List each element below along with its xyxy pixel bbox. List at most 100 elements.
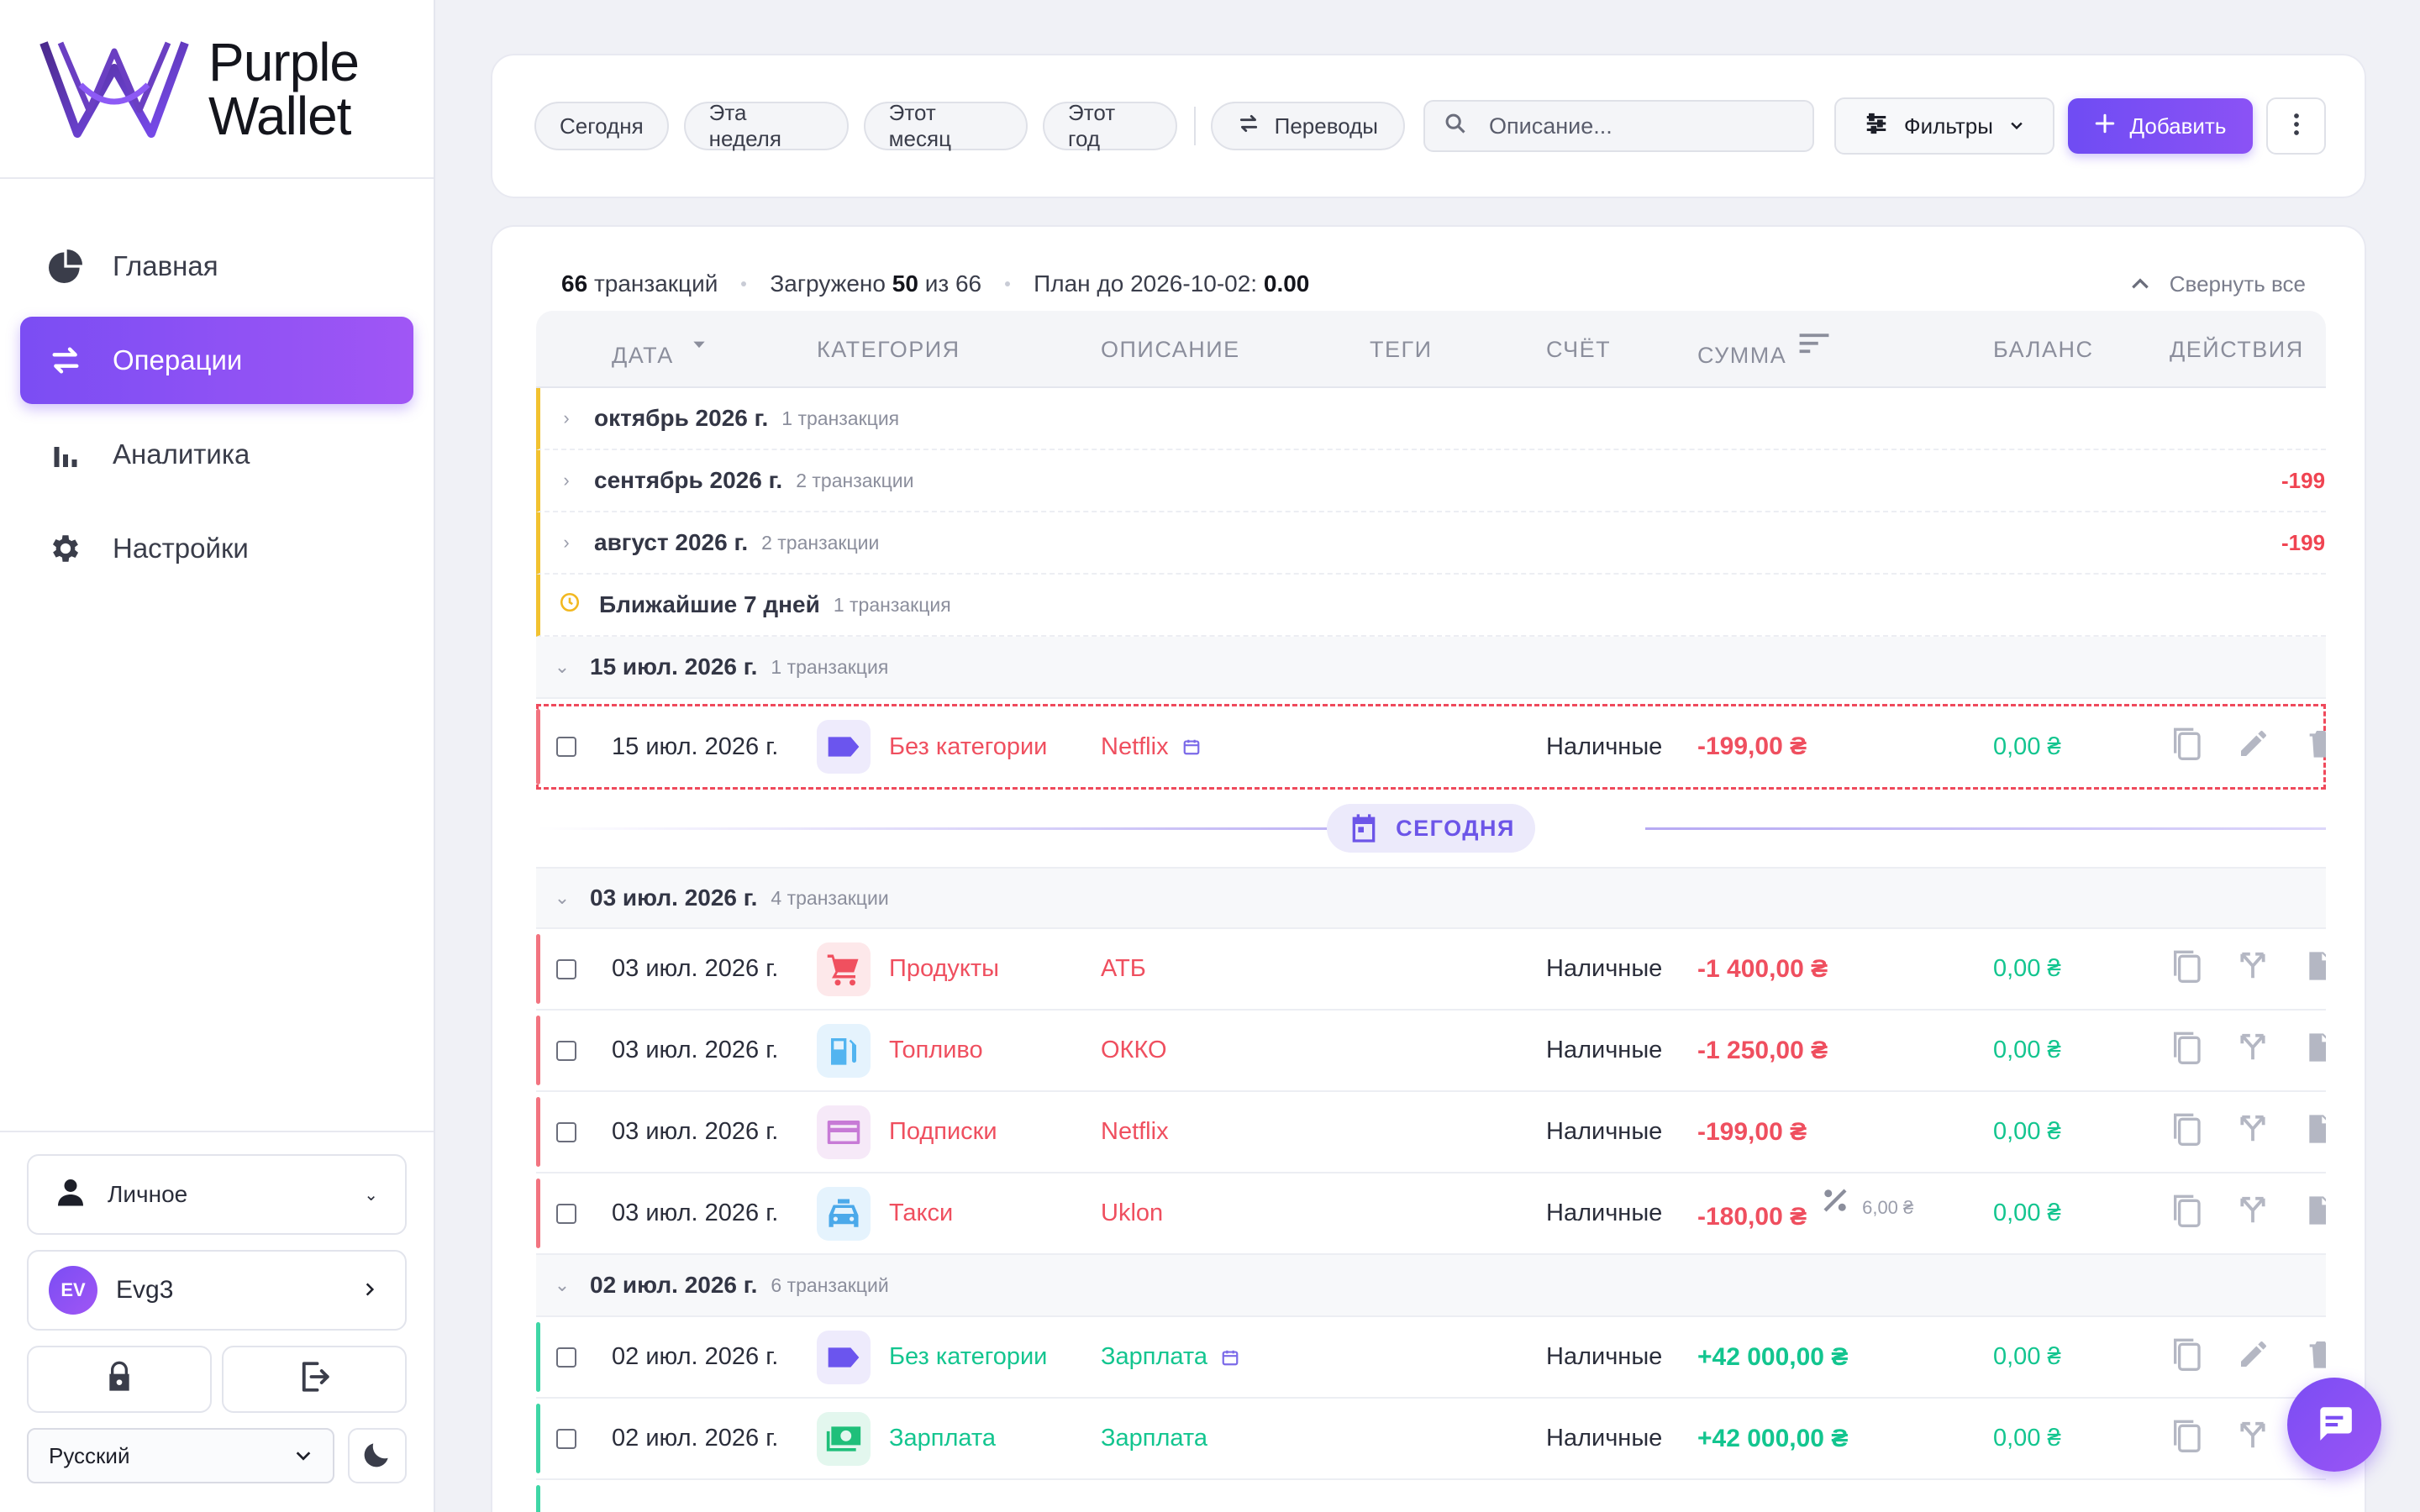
chip-this-month[interactable]: Этот месяц bbox=[863, 100, 1028, 151]
user-profile-button[interactable]: EV Evg3 bbox=[27, 1250, 407, 1331]
amount-label: -180,00 ₴ bbox=[1697, 1202, 1807, 1231]
tx-category[interactable]: Подписки bbox=[817, 1092, 997, 1172]
chip-transfers[interactable]: Переводы bbox=[1210, 102, 1405, 150]
collapse-all-button[interactable]: Свернуть все bbox=[2129, 271, 2306, 297]
tx-balance: 0,00 ₴ bbox=[1993, 1037, 2061, 1063]
tx-description: Зарплата bbox=[1101, 1317, 1239, 1397]
group-row-august[interactable]: › август 2026 г. 2 транзакции -199, bbox=[536, 512, 2326, 575]
row-checkbox[interactable] bbox=[556, 1347, 576, 1368]
add-transaction-button[interactable]: Добавить bbox=[2067, 98, 2254, 154]
tx-count: 66 транзакций bbox=[561, 270, 718, 297]
tx-description: Netflix bbox=[1101, 1118, 1169, 1145]
group-row-september[interactable]: › сентябрь 2026 г. 2 транзакции -199, bbox=[536, 450, 2326, 512]
row-checkbox[interactable] bbox=[556, 1121, 576, 1142]
chip-this-week[interactable]: Эта неделя bbox=[683, 100, 849, 151]
col-amount[interactable]: СУММА bbox=[1697, 311, 1830, 388]
table-row[interactable]: 03 июл. 2026 г. Подписки Netflix Наличны… bbox=[536, 1092, 2326, 1173]
tx-amount: -1 250,00 ₴ bbox=[1697, 1036, 1828, 1064]
table-row[interactable] bbox=[536, 1480, 2326, 1512]
category-label: Зарплата bbox=[889, 1425, 996, 1452]
more-menu-button[interactable] bbox=[2266, 97, 2326, 155]
split-icon[interactable] bbox=[2237, 950, 2269, 989]
split-icon[interactable] bbox=[2237, 1420, 2269, 1458]
plan-info: План до 2026-10-02: 0.00 bbox=[1034, 270, 1310, 297]
split-icon[interactable] bbox=[2237, 1113, 2269, 1152]
col-date[interactable]: ДАТА bbox=[612, 311, 708, 388]
lock-button[interactable] bbox=[27, 1346, 212, 1413]
row-indicator bbox=[536, 1485, 540, 1512]
divider-line bbox=[1645, 827, 2326, 830]
tx-category[interactable]: Зарплата bbox=[817, 1399, 996, 1478]
nav-item-settings[interactable]: Настройки bbox=[20, 505, 413, 592]
document-icon[interactable] bbox=[2302, 1194, 2326, 1234]
category-label: Топливо bbox=[889, 1037, 983, 1063]
trash-icon[interactable] bbox=[2304, 727, 2326, 767]
row-checkbox[interactable] bbox=[556, 1428, 576, 1449]
nav-item-analytics[interactable]: Аналитика bbox=[20, 411, 413, 498]
group-row-october[interactable]: › октябрь 2026 г. 1 транзакция bbox=[536, 388, 2326, 450]
filters-button[interactable]: Фильтры bbox=[1834, 97, 2054, 155]
split-icon[interactable] bbox=[2237, 1194, 2269, 1233]
row-checkbox[interactable] bbox=[556, 1203, 576, 1224]
chat-button[interactable] bbox=[2287, 1378, 2381, 1472]
table-row[interactable]: 02 июл. 2026 г. Зарплата Зарплата Наличн… bbox=[536, 1399, 2326, 1480]
percent-icon bbox=[1820, 1185, 1850, 1222]
collapse-all-label: Свернуть все bbox=[2169, 270, 2306, 297]
col-tags[interactable]: ТЕГИ bbox=[1370, 311, 1433, 388]
category-label: Такси bbox=[889, 1200, 954, 1226]
document-icon[interactable] bbox=[2302, 949, 2326, 990]
copy-icon[interactable] bbox=[2170, 1029, 2203, 1073]
row-indicator bbox=[536, 934, 540, 1004]
copy-icon[interactable] bbox=[2170, 1110, 2203, 1154]
split-icon[interactable] bbox=[2237, 1032, 2269, 1070]
copy-icon[interactable] bbox=[2170, 1336, 2203, 1379]
app-logo[interactable]: Purple Wallet bbox=[0, 0, 434, 179]
sliders-icon bbox=[1864, 111, 1889, 142]
copy-icon[interactable] bbox=[2170, 725, 2203, 769]
tx-category[interactable]: Без категории bbox=[817, 704, 1047, 790]
tag-icon bbox=[817, 720, 871, 774]
col-description[interactable]: ОПИСАНИЕ bbox=[1101, 311, 1240, 388]
table-row[interactable]: 02 июл. 2026 г. Без категории Зарплата Н… bbox=[536, 1317, 2326, 1399]
tx-category[interactable]: Топливо bbox=[817, 1011, 983, 1090]
col-category[interactable]: КАТЕГОРИЯ bbox=[817, 311, 960, 388]
group-name: 02 июл. 2026 г. bbox=[590, 1272, 758, 1298]
chip-this-year[interactable]: Этот год bbox=[1043, 100, 1177, 151]
tx-description: Netflix bbox=[1101, 704, 1201, 790]
copy-icon[interactable] bbox=[2170, 948, 2203, 991]
copy-icon[interactable] bbox=[2170, 1192, 2203, 1236]
row-checkbox[interactable] bbox=[556, 958, 576, 979]
workspace-selector[interactable]: Личное ⌄ bbox=[27, 1154, 407, 1235]
chevron-down-icon: ⌄ bbox=[364, 1185, 378, 1205]
col-account[interactable]: СЧЁТ bbox=[1546, 311, 1611, 388]
edit-icon[interactable] bbox=[2237, 1337, 2270, 1378]
row-checkbox[interactable] bbox=[556, 1040, 576, 1061]
group-row-upcoming[interactable]: Ближайшие 7 дней 1 транзакция bbox=[536, 575, 2326, 637]
tx-category[interactable]: Продукты bbox=[817, 929, 999, 1009]
logout-button[interactable] bbox=[222, 1346, 407, 1413]
group-row-jul02[interactable]: ⌄ 02 июл. 2026 г. 6 транзакций bbox=[536, 1255, 2326, 1317]
table-row[interactable]: 03 июл. 2026 г. Такси Uklon Наличные -18… bbox=[536, 1173, 2326, 1255]
table-row[interactable]: 03 июл. 2026 г. Топливо ОККО Наличные -1… bbox=[536, 1011, 2326, 1092]
tx-category[interactable]: Без категории bbox=[817, 1317, 1047, 1397]
group-row-jul15[interactable]: ⌄ 15 июл. 2026 г. 1 транзакция bbox=[536, 637, 2326, 699]
nav-item-operations[interactable]: Операции bbox=[20, 317, 413, 404]
group-row-jul03[interactable]: ⌄ 03 июл. 2026 г. 4 транзакции bbox=[536, 867, 2326, 929]
col-balance[interactable]: БАЛАНС bbox=[1993, 311, 2093, 388]
document-icon[interactable] bbox=[2302, 1031, 2326, 1071]
nav-item-home[interactable]: Главная bbox=[20, 223, 413, 310]
theme-toggle[interactable] bbox=[348, 1428, 407, 1483]
row-checkbox[interactable] bbox=[556, 737, 576, 757]
tx-category[interactable]: Такси bbox=[817, 1173, 953, 1253]
language-select[interactable]: Русский bbox=[27, 1428, 334, 1483]
kebab-menu-icon bbox=[2292, 112, 2301, 141]
search-input[interactable]: Описание... bbox=[1423, 100, 1815, 152]
trash-icon[interactable] bbox=[2304, 1337, 2326, 1378]
table-row-planned[interactable]: 15 июл. 2026 г. Без категории Netflix На… bbox=[536, 704, 2326, 790]
chip-today[interactable]: Сегодня bbox=[534, 102, 669, 150]
tx-date: 03 июл. 2026 г. bbox=[612, 1200, 779, 1226]
table-row[interactable]: 03 июл. 2026 г. Продукты АТБ Наличные -1… bbox=[536, 929, 2326, 1011]
document-icon[interactable] bbox=[2302, 1112, 2326, 1152]
copy-icon[interactable] bbox=[2170, 1417, 2203, 1461]
edit-icon[interactable] bbox=[2237, 727, 2270, 767]
